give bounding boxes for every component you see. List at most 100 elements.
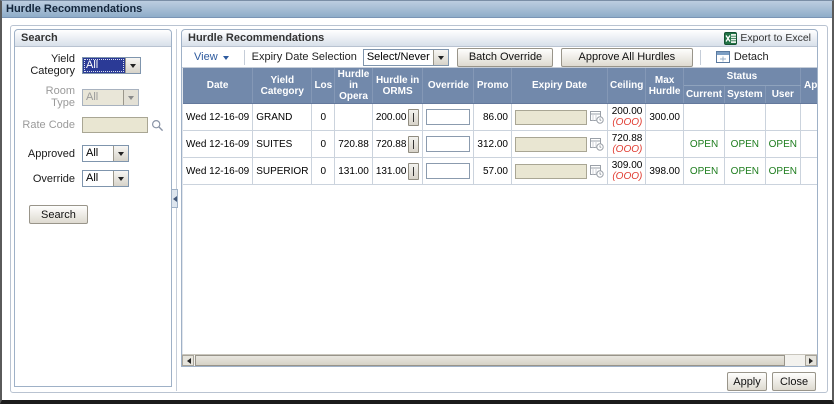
yield-category-select[interactable]: All <box>82 56 141 74</box>
expiry-date-selection-value: Select/Never <box>366 50 430 63</box>
cell-los: 0 <box>311 157 336 185</box>
cell-yield-category: SUPERIOR <box>252 157 313 185</box>
panel-collapse-handle[interactable] <box>171 189 178 208</box>
cell-hurdle-opera <box>334 103 373 131</box>
approve-all-hurdles-button[interactable]: Approve All Hurdles <box>560 47 693 67</box>
col-header-expiry-date[interactable]: Expiry Date <box>511 68 608 104</box>
override-row: Override All <box>19 170 167 187</box>
col-header-override[interactable]: Override <box>422 68 475 104</box>
col-header-max-hurdle[interactable]: Max Hurdle <box>645 68 684 104</box>
cell-yield-category: SUITES <box>252 130 313 158</box>
expiry-date-input[interactable] <box>515 163 587 179</box>
search-panel-title: Search <box>21 32 58 44</box>
yield-category-value: All <box>83 57 125 73</box>
batch-override-button[interactable]: Batch Override <box>456 47 553 67</box>
expiry-date-input[interactable] <box>515 109 587 125</box>
approved-dropdown-icon[interactable] <box>113 146 128 161</box>
table-row[interactable]: Wed 12-16-09 GRAND 0 200.00 86.00 200.00… <box>183 103 817 131</box>
override-select[interactable]: All <box>82 170 129 187</box>
view-menu-button[interactable]: View <box>186 51 237 63</box>
approved-label: Approved <box>27 147 75 160</box>
results-panel-title: Hurdle Recommendations <box>188 32 325 44</box>
orms-edit-button[interactable] <box>408 108 420 126</box>
cell-promo: 57.00 <box>473 157 512 185</box>
date-picker-icon[interactable] <box>590 137 604 151</box>
col-header-status-user[interactable]: User <box>765 85 801 105</box>
override-value: All <box>86 172 99 184</box>
panel-splitter[interactable] <box>176 29 177 391</box>
col-header-ceiling[interactable]: Ceiling <box>607 68 647 104</box>
expiry-date-selection-label: Expiry Date Selection <box>251 51 357 63</box>
search-form: Yield Category All Room Type All Rate Co… <box>15 47 171 224</box>
ceiling-note: (OOO) <box>612 117 643 128</box>
override-dropdown-icon[interactable] <box>113 171 128 186</box>
col-header-promo[interactable]: Promo <box>473 68 512 104</box>
search-lookup-icon[interactable] <box>151 119 164 132</box>
detach-button[interactable]: Detach <box>715 51 769 63</box>
room-type-value: All <box>83 89 123 105</box>
search-button[interactable]: Search <box>29 205 88 224</box>
col-header-yield-category[interactable]: Yield Category <box>252 68 313 104</box>
cell-yield-category: GRAND <box>252 103 313 131</box>
detach-icon <box>715 51 730 63</box>
toolbar-separator <box>243 49 245 65</box>
cell-max-hurdle: 300.00 <box>645 103 684 131</box>
cell-status-system <box>724 103 766 131</box>
approved-select[interactable]: All <box>82 145 129 162</box>
yield-category-row: Yield Category All <box>19 53 167 77</box>
col-header-status-system[interactable]: System <box>724 85 766 105</box>
override-input[interactable] <box>426 163 471 179</box>
col-header-approved-clipped[interactable]: Approved <box>800 68 817 104</box>
cell-date: Wed 12-16-09 <box>183 130 254 158</box>
ceiling-note: (OOO) <box>612 171 643 182</box>
override-label: Override <box>32 172 75 185</box>
cell-max-hurdle: 398.00 <box>645 157 684 185</box>
horizontal-scrollbar[interactable] <box>182 354 817 366</box>
expiry-selection-dropdown-icon[interactable] <box>432 49 448 65</box>
hurdle-table: Date Yield Category Los Hurdle in Opera … <box>183 68 817 185</box>
override-input[interactable] <box>426 109 471 125</box>
cell-approved-clipped <box>800 103 817 131</box>
results-toolbar: View Expiry Date Selection Select/Never … <box>182 47 817 68</box>
orms-edit-button[interactable] <box>408 135 420 153</box>
cell-ceiling: 200.00 <box>611 106 643 117</box>
apply-button[interactable]: Apply <box>727 372 767 391</box>
cell-status-system: OPEN <box>724 130 766 158</box>
table-row[interactable]: Wed 12-16-09 SUITES 0 720.88 720.88 312.… <box>183 130 817 158</box>
export-to-excel-label: Export to Excel <box>740 32 811 44</box>
date-picker-icon[interactable] <box>590 110 604 124</box>
col-header-date[interactable]: Date <box>183 68 254 104</box>
export-to-excel-link[interactable]: Export to Excel <box>724 31 811 45</box>
close-button[interactable]: Close <box>772 372 816 391</box>
col-header-hurdle-in-opera[interactable]: Hurdle in Opera <box>334 68 373 104</box>
view-menu-label: View <box>194 51 218 63</box>
approved-value: All <box>86 147 99 159</box>
room-type-dropdown-icon <box>123 89 138 105</box>
cell-status-current: OPEN <box>683 157 726 185</box>
date-picker-icon[interactable] <box>590 164 604 178</box>
orms-edit-button[interactable] <box>408 162 420 180</box>
table-row[interactable]: Wed 12-16-09 SUPERIOR 0 131.00 131.00 57… <box>183 157 817 185</box>
results-panel: Hurdle Recommendations Export to Excel V… <box>181 29 818 367</box>
cell-ceiling: 720.88 <box>611 133 643 144</box>
cell-date: Wed 12-16-09 <box>183 103 254 131</box>
scroll-left-arrow[interactable] <box>182 355 194 366</box>
approved-row: Approved All <box>19 145 167 162</box>
rate-code-input <box>82 117 148 133</box>
rate-code-row: Rate Code <box>19 117 167 133</box>
scroll-right-arrow[interactable] <box>805 355 817 366</box>
col-header-status-current[interactable]: Current <box>683 85 726 105</box>
search-panel-header: Search <box>15 30 171 47</box>
toolbar-separator-2 <box>699 49 701 65</box>
room-type-select: All <box>82 88 139 106</box>
scrollbar-thumb[interactable] <box>195 355 785 366</box>
col-group-status: Status <box>683 68 801 86</box>
cell-max-hurdle <box>645 130 684 158</box>
expiry-date-selection-select[interactable]: Select/Never <box>362 48 449 66</box>
override-input[interactable] <box>426 136 471 152</box>
yield-category-dropdown-icon[interactable] <box>125 57 140 73</box>
expiry-date-input[interactable] <box>515 136 587 152</box>
results-panel-header: Hurdle Recommendations Export to Excel <box>182 30 817 47</box>
col-header-hurdle-in-orms[interactable]: Hurdle in ORMS <box>372 68 424 104</box>
col-header-los[interactable]: Los <box>311 68 336 104</box>
